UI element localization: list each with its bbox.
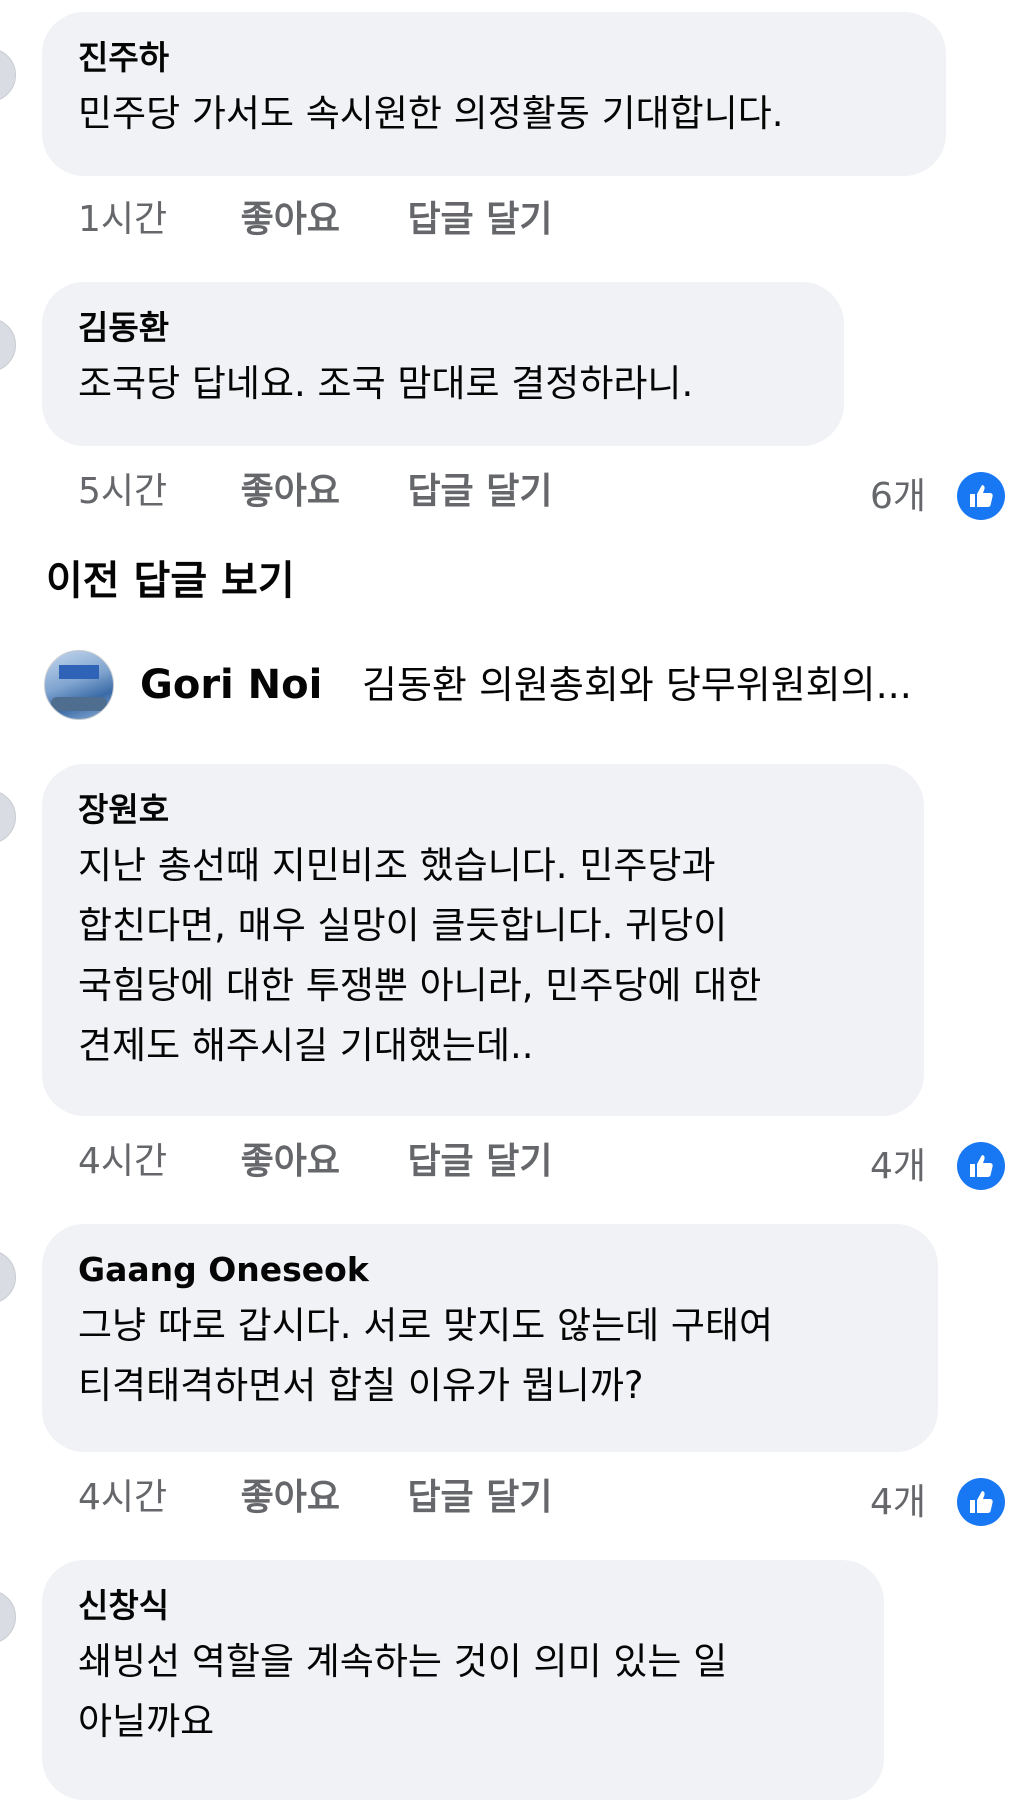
comment-text: 조국당 답네요. 조국 맘대로 결정하라니. <box>78 362 694 405</box>
avatar[interactable] <box>0 48 16 102</box>
reaction-summary[interactable]: 4개 <box>870 1478 1006 1528</box>
comment-time[interactable]: 4시간 <box>78 1476 167 1520</box>
reaction-count: 4개 <box>870 1146 927 1187</box>
avatar-crowd-shape <box>51 697 107 711</box>
comment-text: 쇄빙선 역할을 계속하는 것이 의미 있는 일 아닐까요 <box>78 1640 728 1743</box>
comment-text: 지난 총선때 지민비조 했습니다. 민주당과 합친다면, 매우 실망이 클듯합니… <box>78 844 762 1067</box>
comment-time[interactable]: 5시간 <box>78 470 167 514</box>
shared-post-text: 김동환 의원총회와 당무위원회의... <box>362 663 912 707</box>
like-thumbs-up-icon <box>957 1142 1006 1190</box>
comment-actions: 5시간 좋아요 답글 달기 <box>78 470 608 514</box>
like-thumbs-up-icon <box>957 472 1006 520</box>
comment-actions: 1시간 좋아요 답글 달기 <box>78 198 608 242</box>
avatar[interactable] <box>0 1250 16 1304</box>
reply-button[interactable]: 답글 달기 <box>407 470 552 514</box>
reply-button[interactable]: 답글 달기 <box>407 198 552 242</box>
comment-actions: 4시간 좋아요 답글 달기 <box>78 1476 608 1520</box>
avatar[interactable] <box>0 790 16 844</box>
comment-text: 민주당 가서도 속시원한 의정활동 기대합니다. <box>78 92 784 135</box>
reaction-count: 6개 <box>870 476 927 517</box>
comment-bubble: 신창식 쇄빙선 역할을 계속하는 것이 의미 있는 일 아닐까요 <box>42 1560 884 1800</box>
reply-button[interactable]: 답글 달기 <box>407 1476 552 1520</box>
like-thumbs-up-icon <box>957 1478 1006 1526</box>
comment-author[interactable]: 김동환 <box>78 308 814 348</box>
reaction-summary[interactable]: 6개 <box>870 472 1006 522</box>
like-button[interactable]: 좋아요 <box>241 198 340 242</box>
comment-bubble: 장원호 지난 총선때 지민비조 했습니다. 민주당과 합친다면, 매우 실망이 … <box>42 764 924 1116</box>
shared-post-row[interactable]: Gori Noi 김동환 의원총회와 당무위원회의... <box>44 650 1020 720</box>
comment-author[interactable]: 장원호 <box>78 790 894 830</box>
comment-actions: 4시간 좋아요 답글 달기 <box>78 1140 608 1184</box>
avatar[interactable] <box>44 650 114 720</box>
like-button[interactable]: 좋아요 <box>241 1140 340 1184</box>
comment-time[interactable]: 4시간 <box>78 1140 167 1184</box>
comment-bubble: 진주하 민주당 가서도 속시원한 의정활동 기대합니다. <box>42 12 946 176</box>
comment-bubble: Gaang Oneseok 그냥 따로 갑시다. 서로 맞지도 않는데 구태여 … <box>42 1224 938 1452</box>
reaction-count: 4개 <box>870 1482 927 1523</box>
reply-button[interactable]: 답글 달기 <box>407 1140 552 1184</box>
like-button[interactable]: 좋아요 <box>241 470 340 514</box>
shared-post-author[interactable]: Gori Noi <box>140 658 322 712</box>
comment-time[interactable]: 1시간 <box>78 198 167 242</box>
comment-text: 그냥 따로 갑시다. 서로 맞지도 않는데 구태여 티격태격하면서 합칠 이유가… <box>78 1304 774 1407</box>
avatar-banner-shape <box>59 665 99 679</box>
comment-author[interactable]: 신창식 <box>78 1586 854 1626</box>
comment-author[interactable]: Gaang Oneseok <box>78 1250 908 1290</box>
view-previous-replies-link[interactable]: 이전 답글 보기 <box>46 556 295 606</box>
comment-bubble: 김동환 조국당 답네요. 조국 맘대로 결정하라니. <box>42 282 844 446</box>
reaction-summary[interactable]: 4개 <box>870 1142 1006 1192</box>
comment-author[interactable]: 진주하 <box>78 38 916 78</box>
avatar[interactable] <box>0 318 16 372</box>
avatar[interactable] <box>0 1590 16 1644</box>
like-button[interactable]: 좋아요 <box>241 1476 340 1520</box>
